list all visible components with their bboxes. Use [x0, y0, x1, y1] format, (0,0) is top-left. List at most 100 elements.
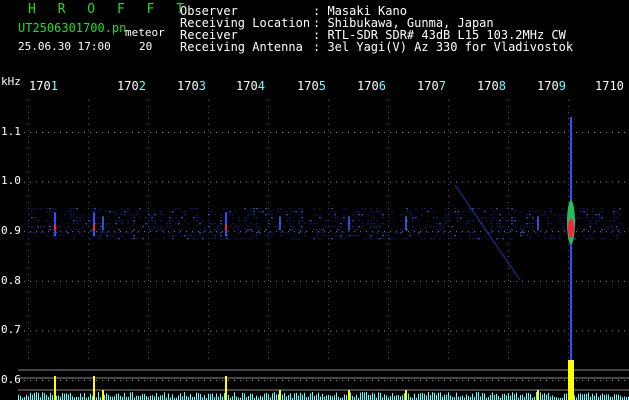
grid-dot: [66, 380, 67, 381]
band-speck: [358, 211, 360, 213]
grid-dot: [78, 132, 79, 133]
noise-bar: [392, 393, 393, 400]
band-speck: [178, 223, 180, 225]
noise-bar: [396, 395, 397, 400]
grid-dot: [564, 280, 565, 282]
noise-bar: [510, 395, 511, 400]
band-speck: [490, 220, 492, 222]
band-speck: [82, 214, 84, 216]
grid-dot: [328, 160, 329, 161]
level-peak: [54, 376, 56, 400]
band-speck: [187, 223, 189, 225]
grid-dot: [246, 330, 247, 332]
grid-dot: [208, 340, 209, 341]
band-speck: [175, 217, 177, 219]
grid-dot: [258, 231, 259, 233]
band-speck: [166, 223, 168, 225]
band-speck: [124, 238, 126, 240]
band-speck: [223, 208, 225, 210]
noise-bar: [80, 393, 81, 400]
band-speck: [88, 220, 90, 222]
noise-bar: [542, 394, 543, 400]
grid-dot: [324, 380, 325, 381]
grid-dot: [268, 280, 269, 281]
noise-bar: [422, 392, 423, 400]
band-speck: [544, 238, 546, 240]
band-speck: [520, 226, 522, 228]
noise-bar: [198, 393, 199, 400]
grid-dot: [432, 132, 433, 133]
noise-bar: [620, 395, 621, 400]
grid-dot: [508, 304, 509, 305]
band-speck: [217, 232, 219, 234]
band-speck: [148, 214, 150, 216]
noise-bar: [476, 392, 477, 400]
grid-dot: [540, 380, 541, 381]
band-speck: [508, 214, 510, 216]
grid-dot: [582, 132, 583, 133]
band-speck: [295, 211, 297, 213]
grid-dot: [192, 380, 193, 381]
noise-bar: [334, 395, 335, 400]
noise-bar: [490, 394, 491, 400]
band-speck: [28, 214, 30, 216]
grid-dot: [396, 231, 397, 233]
band-speck: [610, 226, 612, 228]
band-speck: [601, 217, 603, 219]
grid-dot: [268, 262, 269, 263]
band-speck: [532, 223, 534, 225]
grid-dot: [388, 274, 389, 275]
band-speck: [499, 223, 501, 225]
grid-dot: [456, 380, 457, 381]
band-speck: [460, 232, 462, 234]
grid-dot: [276, 380, 277, 381]
grid-dot: [234, 330, 235, 332]
band-speck: [43, 232, 45, 234]
noise-bar: [584, 394, 585, 400]
grid-dot: [330, 181, 331, 183]
band-speck: [577, 235, 579, 237]
grid-dot: [288, 380, 289, 381]
grid-dot: [208, 262, 209, 263]
grid-dot: [624, 132, 625, 133]
grid-dot: [306, 132, 307, 133]
noise-bar: [178, 395, 179, 400]
grid-dot: [88, 340, 89, 341]
band-speck: [403, 214, 405, 216]
grid-dot: [36, 380, 37, 381]
grid-dot: [156, 181, 157, 183]
grid-dot: [268, 292, 269, 293]
grid-dot: [148, 142, 149, 143]
grid-dot: [552, 380, 553, 381]
band-speck: [601, 232, 603, 234]
grid-dot: [558, 330, 559, 332]
band-speck: [115, 223, 117, 225]
grid-dot: [528, 380, 529, 381]
band-speck: [37, 226, 39, 228]
band-speck: [511, 220, 513, 222]
grid-dot: [24, 231, 25, 233]
grid-dot: [388, 352, 389, 353]
grid-dot: [508, 358, 509, 359]
grid-dot: [88, 244, 89, 245]
band-speck: [52, 235, 54, 237]
level-peak: [405, 390, 407, 400]
grid-dot: [336, 330, 337, 332]
grid-dot: [208, 142, 209, 143]
band-speck: [67, 211, 69, 213]
band-speck: [340, 226, 342, 228]
grid-dot: [336, 231, 337, 233]
grid-dot: [150, 380, 151, 381]
grid-dot: [508, 130, 509, 131]
grid-dot: [148, 280, 149, 281]
grid-dot: [28, 208, 29, 209]
band-speck: [190, 208, 192, 210]
grid-dot: [328, 124, 329, 125]
grid-dot: [480, 132, 481, 133]
band-speck: [379, 226, 381, 228]
noise-bar: [404, 393, 405, 400]
grid-dot: [148, 130, 149, 131]
grid-dot: [372, 380, 373, 381]
band-speck: [130, 214, 132, 216]
band-speck: [379, 223, 381, 225]
